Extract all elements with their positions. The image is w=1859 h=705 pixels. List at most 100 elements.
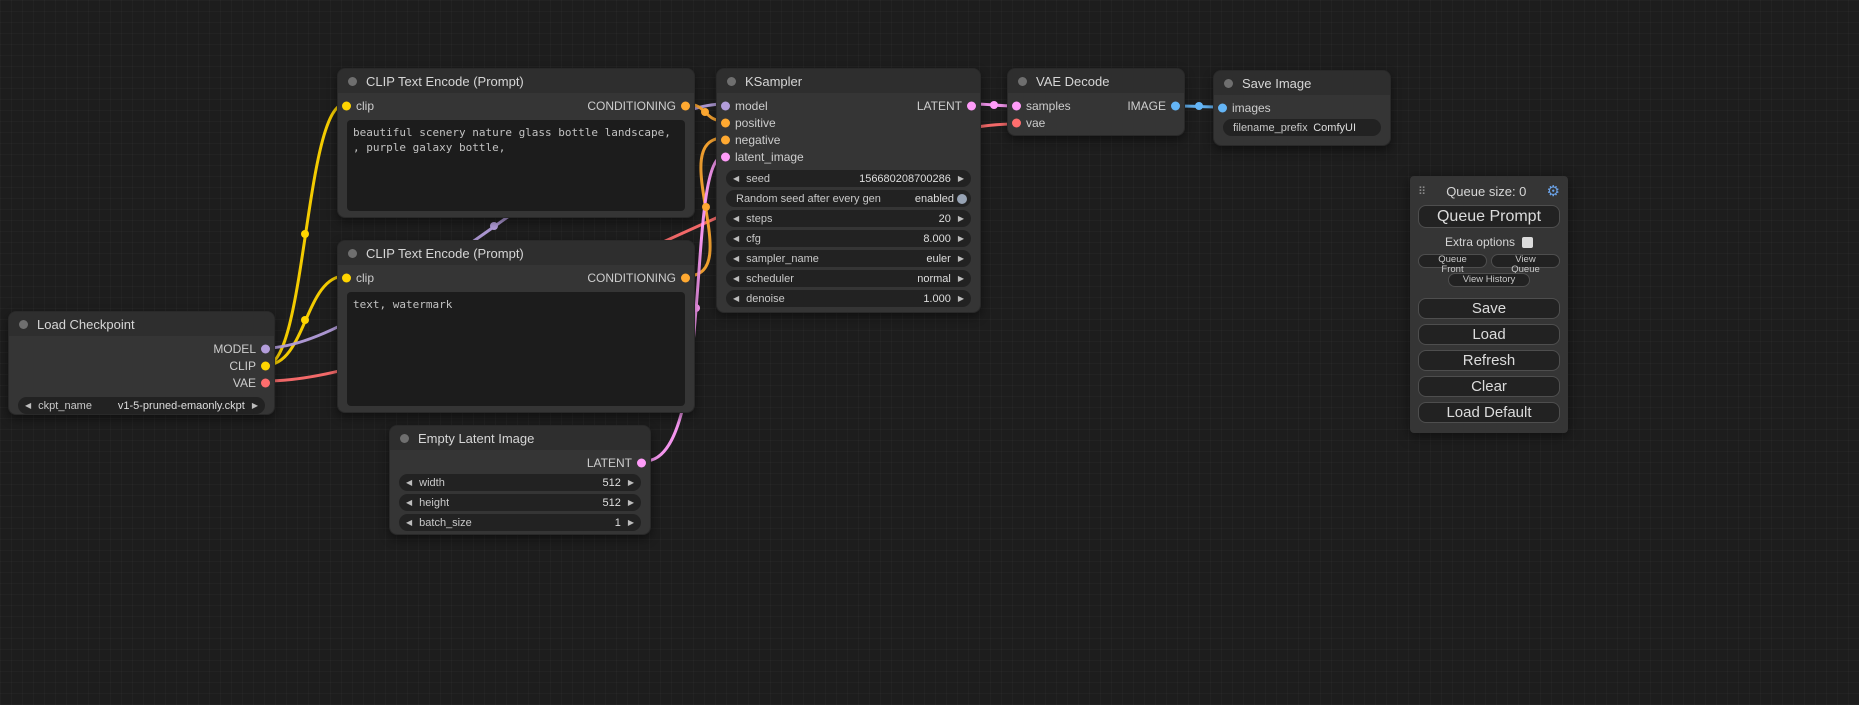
arrow-right-icon[interactable]: ▶ [958, 255, 964, 263]
widget-ckpt-name[interactable]: ◀ ckpt_name v1-5-pruned-emaonly.ckpt ▶ [18, 397, 265, 414]
widget-seed[interactable]: ◀ seed 156680208700286 ▶ [726, 170, 971, 187]
node-ksampler[interactable]: KSampler model LATENT positive negative … [716, 68, 981, 313]
arrow-left-icon[interactable]: ◀ [733, 215, 739, 223]
view-queue-button[interactable]: View Queue [1491, 254, 1560, 268]
arrow-right-icon[interactable]: ▶ [958, 235, 964, 243]
queue-prompt-button[interactable]: Queue Prompt [1418, 205, 1560, 228]
node-clip-text-encode-positive[interactable]: CLIP Text Encode (Prompt) clip CONDITION… [337, 68, 695, 218]
input-port-clip[interactable] [342, 101, 351, 110]
arrow-left-icon[interactable]: ◀ [25, 402, 31, 410]
output-port-image[interactable] [1171, 101, 1180, 110]
widget-width[interactable]: ◀ width 512 ▶ [399, 474, 641, 491]
random-seed-toggle[interactable] [957, 194, 967, 204]
output-port-latent[interactable] [637, 458, 646, 467]
input-label-latent-image: latent_image [735, 150, 804, 164]
load-button[interactable]: Load [1418, 324, 1560, 345]
output-port-conditioning[interactable] [681, 273, 690, 282]
input-label-samples: samples [1026, 99, 1071, 113]
arrow-left-icon[interactable]: ◀ [733, 175, 739, 183]
node-clip-text-encode-negative[interactable]: CLIP Text Encode (Prompt) clip CONDITION… [337, 240, 695, 413]
input-port-images[interactable] [1218, 103, 1227, 112]
prompt-textarea[interactable]: beautiful scenery nature glass bottle la… [347, 120, 685, 211]
node-title-bar[interactable]: VAE Decode [1008, 69, 1184, 93]
load-default-button[interactable]: Load Default [1418, 402, 1560, 423]
widget-height[interactable]: ◀ height 512 ▶ [399, 494, 641, 511]
queue-front-button[interactable]: Queue Front [1418, 254, 1487, 268]
widget-steps[interactable]: ◀ steps 20 ▶ [726, 210, 971, 227]
input-port-latent-image[interactable] [721, 152, 730, 161]
clear-button[interactable]: Clear [1418, 376, 1560, 397]
slot-row: samples IMAGE [1008, 97, 1184, 114]
widget-label: seed [746, 173, 770, 185]
node-save-image[interactable]: Save Image images filename_prefix ComfyU… [1213, 70, 1391, 146]
node-graph-canvas[interactable]: Load Checkpoint MODEL CLIP VAE ◀ ckpt_na… [0, 0, 1859, 705]
widget-cfg[interactable]: ◀ cfg 8.000 ▶ [726, 230, 971, 247]
refresh-button[interactable]: Refresh [1418, 350, 1560, 371]
arrow-right-icon[interactable]: ▶ [628, 479, 634, 487]
arrow-right-icon[interactable]: ▶ [628, 499, 634, 507]
collapse-dot-icon[interactable] [1224, 79, 1233, 88]
save-button[interactable]: Save [1418, 298, 1560, 319]
arrow-right-icon[interactable]: ▶ [958, 295, 964, 303]
output-port-vae[interactable] [261, 378, 270, 387]
view-history-button[interactable]: View History [1448, 273, 1531, 287]
collapse-dot-icon[interactable] [19, 320, 28, 329]
arrow-right-icon[interactable]: ▶ [958, 275, 964, 283]
arrow-left-icon[interactable]: ◀ [406, 499, 412, 507]
widget-value: 512 [602, 497, 620, 509]
output-port-clip[interactable] [261, 361, 270, 370]
widget-value: ComfyUI [1313, 122, 1356, 134]
output-port-conditioning[interactable] [681, 101, 690, 110]
arrow-left-icon[interactable]: ◀ [406, 519, 412, 527]
arrow-left-icon[interactable]: ◀ [406, 479, 412, 487]
input-label-model: model [735, 99, 768, 113]
node-title-bar[interactable]: Load Checkpoint [9, 312, 274, 336]
collapse-dot-icon[interactable] [1018, 77, 1027, 86]
input-label-clip: clip [356, 99, 374, 113]
output-port-model[interactable] [261, 344, 270, 353]
input-port-model[interactable] [721, 101, 730, 110]
node-title-bar[interactable]: Empty Latent Image [390, 426, 650, 450]
widget-filename-prefix[interactable]: filename_prefix ComfyUI [1223, 119, 1381, 136]
node-title-bar[interactable]: CLIP Text Encode (Prompt) [338, 69, 694, 93]
widget-label: height [419, 497, 449, 509]
arrow-left-icon[interactable]: ◀ [733, 275, 739, 283]
node-load-checkpoint[interactable]: Load Checkpoint MODEL CLIP VAE ◀ ckpt_na… [8, 311, 275, 415]
extra-options-checkbox[interactable] [1522, 237, 1533, 248]
arrow-right-icon[interactable]: ▶ [628, 519, 634, 527]
link-midpoint-dot [701, 108, 709, 116]
collapse-dot-icon[interactable] [348, 77, 357, 86]
settings-gear-icon[interactable]: ⚙ [1547, 184, 1560, 199]
input-port-vae[interactable] [1012, 118, 1021, 127]
drag-handle-icon[interactable]: ⠿ [1418, 185, 1426, 198]
widget-random-seed[interactable]: Random seed after every gen enabled [726, 190, 971, 207]
input-port-clip[interactable] [342, 273, 351, 282]
arrow-right-icon[interactable]: ▶ [252, 402, 258, 410]
slot-row: clip CONDITIONING [338, 269, 694, 286]
node-title: Save Image [1242, 76, 1311, 91]
collapse-dot-icon[interactable] [400, 434, 409, 443]
prompt-textarea[interactable]: text, watermark [347, 292, 685, 406]
widget-batch-size[interactable]: ◀ batch_size 1 ▶ [399, 514, 641, 531]
collapse-dot-icon[interactable] [727, 77, 736, 86]
arrow-left-icon[interactable]: ◀ [733, 295, 739, 303]
widget-sampler-name[interactable]: ◀ sampler_name euler ▶ [726, 250, 971, 267]
arrow-right-icon[interactable]: ▶ [958, 175, 964, 183]
collapse-dot-icon[interactable] [348, 249, 357, 258]
arrow-left-icon[interactable]: ◀ [733, 235, 739, 243]
output-label-model: MODEL [213, 342, 256, 356]
input-port-negative[interactable] [721, 135, 730, 144]
node-title-bar[interactable]: Save Image [1214, 71, 1390, 95]
input-port-positive[interactable] [721, 118, 730, 127]
widget-denoise[interactable]: ◀ denoise 1.000 ▶ [726, 290, 971, 307]
extra-options-label: Extra options [1445, 235, 1515, 249]
input-port-samples[interactable] [1012, 101, 1021, 110]
node-empty-latent-image[interactable]: Empty Latent Image LATENT ◀ width 512 ▶ … [389, 425, 651, 535]
widget-scheduler[interactable]: ◀ scheduler normal ▶ [726, 270, 971, 287]
node-title-bar[interactable]: CLIP Text Encode (Prompt) [338, 241, 694, 265]
node-title-bar[interactable]: KSampler [717, 69, 980, 93]
node-vae-decode[interactable]: VAE Decode samples IMAGE vae [1007, 68, 1185, 136]
output-port-latent[interactable] [967, 101, 976, 110]
arrow-left-icon[interactable]: ◀ [733, 255, 739, 263]
arrow-right-icon[interactable]: ▶ [958, 215, 964, 223]
